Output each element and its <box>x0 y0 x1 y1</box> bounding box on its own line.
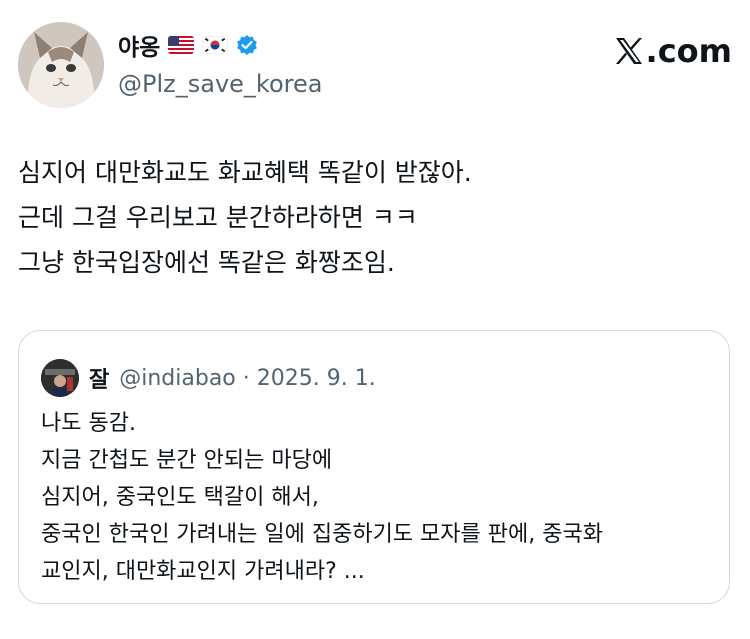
tweet-line: 심지어 대만화교도 화교혜택 똑같이 받잖아. <box>18 158 472 187</box>
tweet-line: 근데 그걸 우리보고 분간하라하면 ㅋㅋ <box>18 203 418 232</box>
tweet-line: 그냥 한국입장에선 똑같은 화짱조임. <box>18 248 395 277</box>
quote-line: 심지어, 중국인도 택갈이 해서, <box>41 485 319 510</box>
quote-author-meta[interactable]: @indiabao · 2025. 9. 1. <box>119 366 375 391</box>
quote-line: 중국인 한국인 가려내는 일에 집중하기도 모자를 판에, 중국화 <box>41 522 603 547</box>
avatar[interactable] <box>18 22 104 108</box>
brand-domain: .com <box>645 32 732 70</box>
tweet-text: 심지어 대만화교도 화교혜택 똑같이 받잖아. 근데 그걸 우리보고 분간하라하… <box>18 150 732 285</box>
us-flag-icon <box>168 36 195 54</box>
quote-line: 나도 동감. <box>41 411 136 436</box>
photo-avatar-icon <box>41 359 79 397</box>
cat-avatar-icon <box>18 22 104 108</box>
kr-flag-icon <box>202 36 229 54</box>
quote-line: 교인지, 대만화교인지 가려내라? ... <box>41 559 365 584</box>
x-logo-icon <box>615 38 642 64</box>
quote-header: 잘 @indiabao · 2025. 9. 1. <box>41 359 376 397</box>
quote-avatar[interactable] <box>41 359 79 397</box>
x-logo: .com <box>614 32 732 70</box>
quoted-tweet[interactable]: 잘 @indiabao · 2025. 9. 1. 나도 동감. 지금 간첩도 … <box>18 330 730 604</box>
quote-text: 나도 동감. 지금 간첩도 분간 안되는 마당에 심지어, 중국인도 택갈이 해… <box>41 405 721 590</box>
author-name-row: 야옹 <box>118 28 258 62</box>
quote-line: 지금 간첩도 분간 안되는 마당에 <box>41 448 333 473</box>
tweet-header: 야옹 @Plz_save_korea .com <box>18 22 732 112</box>
author-handle[interactable]: @Plz_save_korea <box>118 70 322 98</box>
display-name[interactable]: 야옹 <box>118 28 160 62</box>
verified-badge-icon <box>236 34 258 56</box>
quote-author-name[interactable]: 잘 <box>89 362 109 394</box>
